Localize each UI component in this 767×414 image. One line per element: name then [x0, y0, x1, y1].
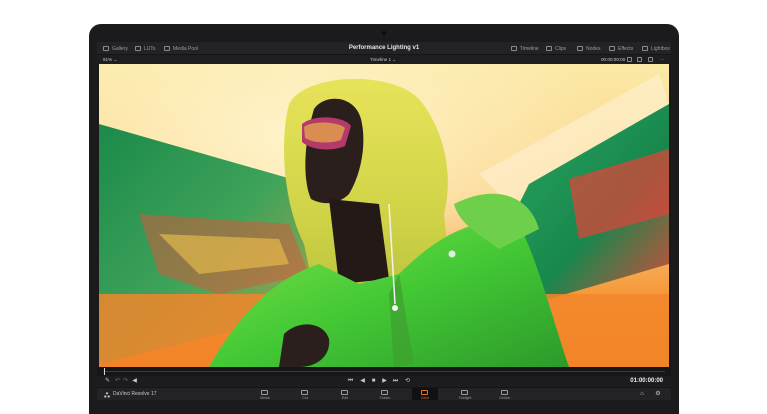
- tab-gallery-label: Gallery: [112, 45, 128, 52]
- media-page-icon: [261, 390, 268, 395]
- effects-icon: [609, 46, 615, 51]
- lightbox-icon: [642, 46, 648, 51]
- page-tab-edit[interactable]: Edit: [332, 388, 358, 400]
- redo-icon[interactable]: ↷: [122, 378, 129, 385]
- cut-page-icon: [301, 390, 308, 395]
- clips-icon: [546, 46, 552, 51]
- page-tab-cut[interactable]: Cut: [292, 388, 318, 400]
- stop-icon[interactable]: ■: [370, 378, 377, 385]
- more-options-icon[interactable]: ⋯: [660, 55, 665, 64]
- undo-icon[interactable]: ↶: [114, 378, 121, 385]
- edit-page-icon: [341, 390, 348, 395]
- viewer-mode-icon[interactable]: [627, 57, 632, 62]
- skip-forward-icon[interactable]: ⏭: [392, 378, 399, 385]
- tab-nodes[interactable]: Nodes: [577, 42, 600, 55]
- transport-bar: ✎ ↶ ↷ ◀︎ ⏮ ◀ ■ ▶ ⏭ ⟲ 01:00:00:00: [97, 376, 671, 387]
- tab-clips[interactable]: Clips: [546, 42, 566, 55]
- tab-timeline-label: Timeline: [520, 45, 539, 52]
- page-navigator: DaVinci Resolve 17 Media Cut Edit Fusion…: [97, 387, 671, 400]
- nodes-icon: [577, 46, 583, 51]
- tab-lightbox-label: Lightbox: [651, 45, 670, 52]
- viewer-image: [99, 64, 669, 367]
- page-tab-cut-label: Cut: [302, 396, 308, 400]
- zoom-dropdown[interactable]: 91% ⌄: [103, 55, 117, 64]
- tab-timeline[interactable]: Timeline: [511, 42, 539, 55]
- timeline-selector[interactable]: Timeline 1 ⌄: [370, 55, 396, 64]
- tab-clips-label: Clips: [555, 45, 567, 52]
- page-tab-fairlight-label: Fairlight: [458, 396, 472, 400]
- home-icon[interactable]: ⌂: [639, 391, 645, 397]
- pen-tool-icon[interactable]: ✎: [104, 378, 111, 385]
- timeline-scrubber[interactable]: [97, 367, 671, 376]
- tab-gallery[interactable]: Gallery: [103, 42, 128, 55]
- page-tab-deliver-label: Deliver: [499, 396, 511, 400]
- tab-nodes-label: Nodes: [586, 45, 601, 52]
- page-tab-fusion-label: Fusion: [379, 396, 391, 400]
- tab-effects-label: Effects: [618, 45, 634, 52]
- playhead[interactable]: [104, 368, 105, 375]
- graded-frame: [99, 64, 669, 367]
- camera-notch: [382, 31, 386, 35]
- tab-luts-label: LUTs: [144, 45, 156, 52]
- top-toolbar: Gallery LUTs Media Pool Performance Ligh…: [97, 42, 671, 55]
- deliver-page-icon: [501, 390, 508, 395]
- davinci-logo-icon: [104, 392, 110, 398]
- tab-lightbox[interactable]: Lightbox: [642, 42, 670, 55]
- highlight-icon[interactable]: [637, 57, 642, 62]
- fairlight-page-icon: [461, 390, 468, 395]
- zoom-value: 91%: [103, 57, 113, 62]
- page-tab-fairlight[interactable]: Fairlight: [452, 388, 478, 400]
- media-pool-icon: [164, 46, 170, 51]
- tab-luts[interactable]: LUTs: [135, 42, 155, 55]
- tab-effects[interactable]: Effects: [609, 42, 633, 55]
- page-tab-media[interactable]: Media: [252, 388, 278, 400]
- viewer-timecode: 00:00:00:00: [601, 57, 626, 62]
- app-name: DaVinci Resolve 17: [113, 391, 157, 397]
- play-icon[interactable]: ▶: [381, 378, 388, 385]
- fusion-page-icon: [381, 390, 388, 395]
- page-tab-fusion[interactable]: Fusion: [372, 388, 398, 400]
- color-page-icon: [421, 390, 428, 395]
- scrubber-track: [103, 371, 665, 372]
- fullscreen-icon[interactable]: [648, 57, 653, 62]
- page-tab-color-label: Color: [420, 396, 430, 400]
- resolve-window: Gallery LUTs Media Pool Performance Ligh…: [97, 42, 671, 400]
- luts-icon: [135, 46, 141, 51]
- gallery-icon: [103, 46, 109, 51]
- page-tab-color[interactable]: Color: [412, 388, 438, 400]
- viewer-header: 91% ⌄ Timeline 1 ⌄ 00:00:00:00 ⋯: [97, 55, 671, 64]
- page-tab-deliver[interactable]: Deliver: [492, 388, 518, 400]
- page-tab-media-label: Media: [260, 396, 270, 400]
- timeline-icon: [511, 46, 517, 51]
- loop-icon[interactable]: ⟲: [404, 378, 411, 385]
- settings-gear-icon[interactable]: ⚙: [655, 391, 661, 397]
- timeline-name: Timeline 1: [370, 57, 392, 62]
- tab-media-pool[interactable]: Media Pool: [164, 42, 198, 55]
- page-tab-edit-label: Edit: [341, 396, 349, 400]
- transport-timecode: 01:00:00:00: [630, 378, 663, 384]
- tab-media-pool-label: Media Pool: [173, 45, 199, 52]
- audio-icon[interactable]: ◀︎: [131, 378, 138, 385]
- skip-back-icon[interactable]: ⏮: [347, 378, 354, 385]
- step-back-icon[interactable]: ◀: [359, 378, 366, 385]
